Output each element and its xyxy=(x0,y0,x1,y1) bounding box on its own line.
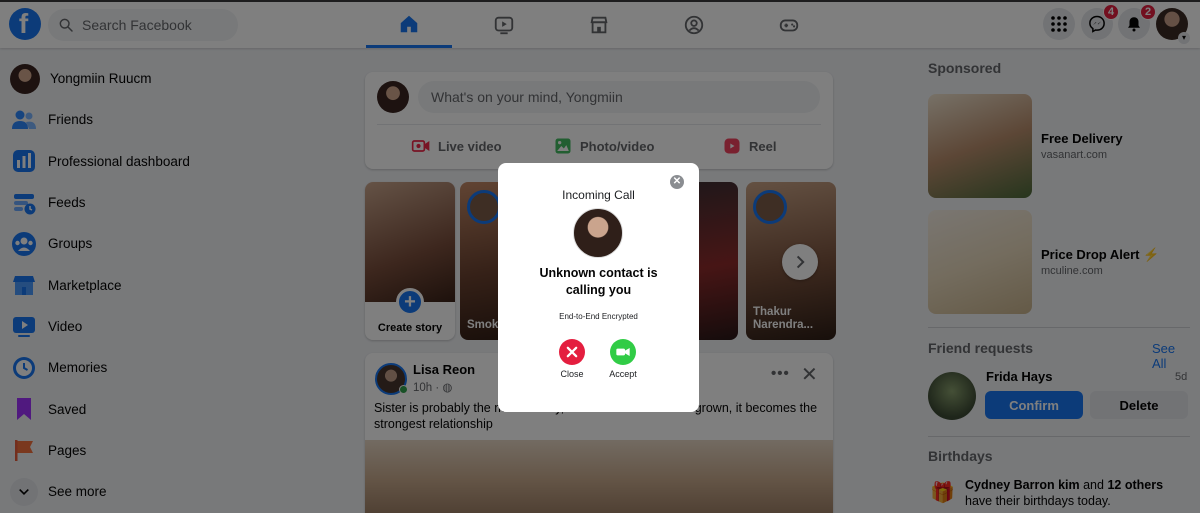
encryption-note: End-to-End Encrypted xyxy=(559,312,638,321)
decline-call-button[interactable] xyxy=(559,339,585,365)
video-camera-icon xyxy=(616,348,630,356)
close-icon[interactable]: ✕ xyxy=(670,175,684,189)
dialog-title: Incoming Call xyxy=(562,188,635,202)
call-message: Unknown contact is calling you xyxy=(539,266,658,297)
accept-call-button[interactable] xyxy=(610,339,636,365)
decline-label: Close xyxy=(560,369,584,379)
close-x-icon xyxy=(566,346,578,358)
accept-label: Accept xyxy=(609,369,637,379)
caller-avatar xyxy=(573,208,623,258)
incoming-call-dialog: ✕ Incoming Call Unknown contact is calli… xyxy=(498,163,699,412)
